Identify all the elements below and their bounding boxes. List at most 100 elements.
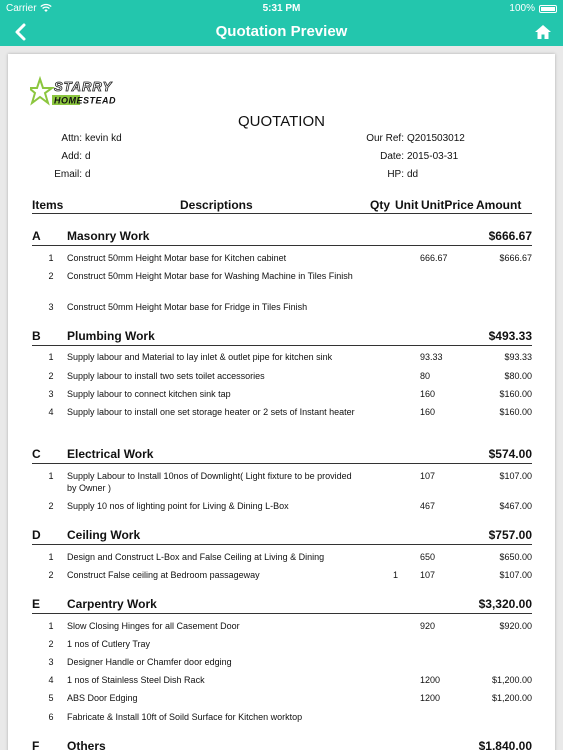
item-amount: $107.00 bbox=[499, 570, 532, 580]
item-amount: $467.00 bbox=[499, 501, 532, 511]
item-unitprice: 160 bbox=[420, 407, 436, 417]
item-description: ABS Door Edging bbox=[67, 693, 138, 703]
item-description: Slow Closing Hinges for all Casement Doo… bbox=[67, 621, 240, 631]
item-amount: $107.00 bbox=[499, 471, 532, 481]
item-description: Fabricate & Install 10ft of Soild Surfac… bbox=[67, 712, 303, 722]
item-description: 1 nos of Cutlery Tray bbox=[67, 639, 151, 649]
attn-value: kevin kd bbox=[85, 133, 122, 144]
item-description: Supply Labour to Install 10nos of Downli… bbox=[67, 471, 352, 493]
item-number: 4 bbox=[48, 675, 54, 685]
item-number: 1 bbox=[48, 253, 54, 263]
date-value: 2015-03-31 bbox=[407, 151, 459, 162]
reference-details: Our Ref: Q201503012 Date: 2015-03-31 HP: dd bbox=[338, 130, 538, 184]
item-amount: $666.67 bbox=[499, 253, 532, 263]
table-header: Items Descriptions Qty Unit UnitPrice Am… bbox=[32, 196, 532, 214]
section-total: $3,320.00 bbox=[478, 597, 532, 611]
section-header: E Carpentry Work $3,320.00 bbox=[32, 594, 532, 614]
item-number: 1 bbox=[48, 621, 54, 631]
section-name: Ceiling Work bbox=[67, 528, 141, 542]
item-description: Construct False ceiling at Bedroom passa… bbox=[67, 570, 260, 580]
item-amount: $160.00 bbox=[499, 389, 532, 399]
quotation-document: STARRY HOMESTEAD QUOTATION Attn: kevin kd… bbox=[8, 54, 555, 750]
item-amount: $1,200.00 bbox=[491, 693, 532, 703]
section-header: C Electrical Work $574.00 bbox=[32, 444, 532, 464]
item-number: 5 bbox=[48, 693, 54, 703]
hp-label: HP: bbox=[387, 169, 404, 180]
clock: 5:31 PM bbox=[262, 3, 301, 14]
section-letter: E bbox=[32, 597, 41, 611]
item-description: Designer Handle or Chamfer door edging bbox=[67, 657, 232, 667]
item-description: Design and Construct L-Box and False Cei… bbox=[67, 552, 325, 562]
section-total: $757.00 bbox=[488, 528, 532, 542]
item-amount: $160.00 bbox=[499, 407, 532, 417]
item-amount: $920.00 bbox=[499, 621, 532, 631]
item-unitprice: 93.33 bbox=[420, 352, 443, 362]
battery-icon bbox=[539, 5, 557, 13]
item-amount: $650.00 bbox=[499, 552, 532, 562]
item-unitprice: 666.67 bbox=[420, 253, 448, 263]
item-unitprice: 467 bbox=[420, 501, 436, 511]
section-name: Electrical Work bbox=[67, 447, 154, 461]
header-descriptions: Descriptions bbox=[180, 198, 253, 212]
logo-line-2: HOMESTEAD bbox=[54, 96, 116, 106]
item-amount: $1,200.00 bbox=[491, 675, 532, 685]
header-unitprice: UnitPrice bbox=[421, 198, 474, 212]
item-unitprice: 107 bbox=[420, 570, 436, 580]
hp-value: dd bbox=[407, 169, 419, 180]
item-description: Supply labour to install two sets toilet… bbox=[67, 371, 265, 381]
item-number: 2 bbox=[48, 570, 54, 580]
battery-percentage: 100% bbox=[509, 3, 535, 14]
item-description: 1 nos of Stainless Steel Dish Rack bbox=[67, 675, 205, 685]
item-amount: $93.33 bbox=[504, 352, 532, 362]
item-number: 1 bbox=[48, 471, 54, 481]
home-icon[interactable] bbox=[533, 22, 553, 42]
header-items: Items bbox=[32, 198, 64, 212]
section-letter: D bbox=[32, 528, 41, 542]
status-bar: Carrier 5:31 PM 100% bbox=[0, 0, 563, 18]
section-total: $1,840.00 bbox=[478, 739, 532, 750]
header-amount: Amount bbox=[476, 198, 522, 212]
item-number: 1 bbox=[48, 552, 54, 562]
document-title: QUOTATION bbox=[238, 113, 325, 130]
item-amount: $80.00 bbox=[504, 371, 532, 381]
item-unitprice: 920 bbox=[420, 621, 436, 631]
section-name: Plumbing Work bbox=[67, 329, 155, 343]
attn-label: Attn: bbox=[61, 133, 82, 144]
section-name: Others bbox=[67, 739, 106, 750]
item-unitprice: 160 bbox=[420, 389, 436, 399]
header-qty: Qty bbox=[370, 198, 391, 212]
ref-value: Q201503012 bbox=[407, 133, 465, 144]
page-title: Quotation Preview bbox=[215, 23, 348, 40]
item-number: 3 bbox=[48, 302, 54, 312]
section-letter: B bbox=[32, 329, 41, 343]
client-details: Attn: kevin kd Add: d Email: d bbox=[38, 130, 238, 184]
item-number: 3 bbox=[48, 657, 54, 667]
section-header: A Masonry Work $666.67 bbox=[32, 226, 532, 246]
section-total: $574.00 bbox=[488, 447, 532, 461]
section-letter: A bbox=[32, 229, 41, 243]
navigation-bar: Quotation Preview bbox=[0, 18, 563, 46]
item-unitprice: 80 bbox=[420, 371, 431, 381]
date-label: Date: bbox=[380, 151, 404, 162]
section-letter: C bbox=[32, 447, 41, 461]
item-number: 1 bbox=[48, 352, 54, 362]
ref-label: Our Ref: bbox=[366, 133, 404, 144]
section-header: F Others $1,840.00 bbox=[32, 736, 532, 750]
item-unitprice: 1200 bbox=[420, 675, 441, 685]
section-name: Carpentry Work bbox=[67, 597, 157, 611]
logo-line-1: STARRY bbox=[54, 79, 113, 94]
item-unitprice: 1200 bbox=[420, 693, 441, 703]
header-unit: Unit bbox=[395, 198, 419, 212]
item-description: Supply labour to install one set storage… bbox=[67, 407, 355, 417]
item-number: 2 bbox=[48, 639, 54, 649]
item-number: 2 bbox=[48, 371, 54, 381]
item-number: 6 bbox=[48, 712, 54, 722]
email-value: d bbox=[85, 169, 91, 180]
address-label: Add: bbox=[61, 151, 82, 162]
address-value: d bbox=[85, 151, 91, 162]
item-unitprice: 650 bbox=[420, 552, 436, 562]
item-description: Supply labour to connect kitchen sink ta… bbox=[67, 389, 231, 399]
item-description: Construct 50mm Height Motar base for Fri… bbox=[67, 302, 308, 312]
section-letter: F bbox=[32, 739, 40, 750]
email-label: Email: bbox=[54, 169, 82, 180]
